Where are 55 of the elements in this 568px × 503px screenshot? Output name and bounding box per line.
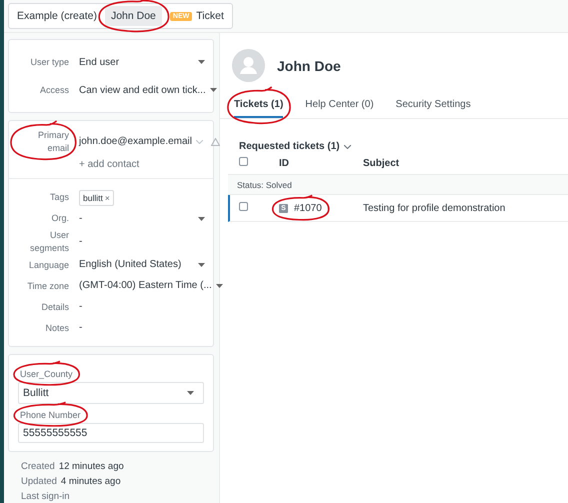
dropdown-caret-icon: [210, 88, 217, 92]
dropdown-caret-icon: [216, 284, 223, 288]
group-header: Status: Solved: [228, 175, 568, 195]
meta-label: Created: [21, 461, 55, 472]
view-selector[interactable]: Requested tickets (1): [239, 141, 351, 152]
dropdown-caret-icon: [198, 262, 205, 267]
field-label: User type: [29, 56, 69, 68]
field-value[interactable]: -: [79, 213, 82, 224]
warning-icon: [211, 138, 220, 146]
field-value[interactable]: (GMT-04:00) Eastern Time (...: [79, 280, 212, 292]
workspace-tab[interactable]: John Doe: [104, 6, 162, 26]
chevron-down-icon: [196, 140, 203, 144]
user-name: John Doe: [277, 58, 341, 74]
meta-value: 4 minutes ago: [60, 476, 121, 488]
ticket-subject[interactable]: Testing for profile demonstration: [363, 202, 506, 214]
field-label: Primary email: [38, 130, 69, 153]
field-label: Tags: [48, 191, 69, 204]
field-value: -: [79, 322, 82, 334]
column-header: Subject: [363, 158, 400, 168]
profile-tab[interactable]: Help Center (0): [305, 95, 374, 118]
chevron-down-icon: [344, 144, 351, 148]
meta-label: Last sign-in: [21, 491, 70, 502]
field-label: Details: [40, 300, 69, 314]
row-checkbox[interactable]: [239, 202, 248, 211]
field-label: Phone Number: [20, 410, 81, 420]
field-value[interactable]: Can view and edit own tick...: [79, 84, 206, 96]
workspace-tab[interactable]: Example (create): [11, 6, 103, 26]
field-label: Time zone: [26, 280, 69, 292]
field-label: Access: [38, 84, 69, 96]
avatar-icon: [232, 49, 265, 82]
dropdown-caret-icon: [198, 60, 205, 64]
ticket-id[interactable]: #1070: [294, 202, 322, 214]
field-value: -: [79, 301, 82, 312]
column-header: ID: [279, 158, 290, 168]
tag-remove-button[interactable]: ×: [104, 192, 110, 203]
field-label: Org.: [50, 212, 69, 225]
dropdown-field[interactable]: Bullitt: [18, 382, 204, 404]
add-contact-link[interactable]: + add contact: [79, 159, 140, 170]
meta-label: Updated: [21, 476, 57, 488]
dropdown-caret-icon: [187, 391, 194, 396]
field-value: -: [79, 236, 82, 248]
profile-tab[interactable]: Tickets (1): [234, 95, 284, 118]
field-label: User segments: [28, 229, 69, 254]
field-label: Notes: [44, 322, 69, 334]
email-value[interactable]: john.doe@example.email: [79, 136, 192, 148]
field-label: Language: [28, 258, 69, 272]
dropdown-caret-icon: [198, 216, 205, 221]
meta-value: 12 minutes ago: [58, 461, 124, 472]
profile-tab[interactable]: Security Settings: [396, 95, 471, 118]
phone-input-field[interactable]: 55555555555: [18, 423, 204, 444]
tag-text: bullitt: [83, 192, 103, 203]
field-label: User_County: [20, 369, 73, 380]
field-value[interactable]: End user: [79, 56, 120, 68]
field-value[interactable]: English (United States): [79, 259, 182, 270]
select-all-checkbox[interactable]: [239, 157, 248, 166]
